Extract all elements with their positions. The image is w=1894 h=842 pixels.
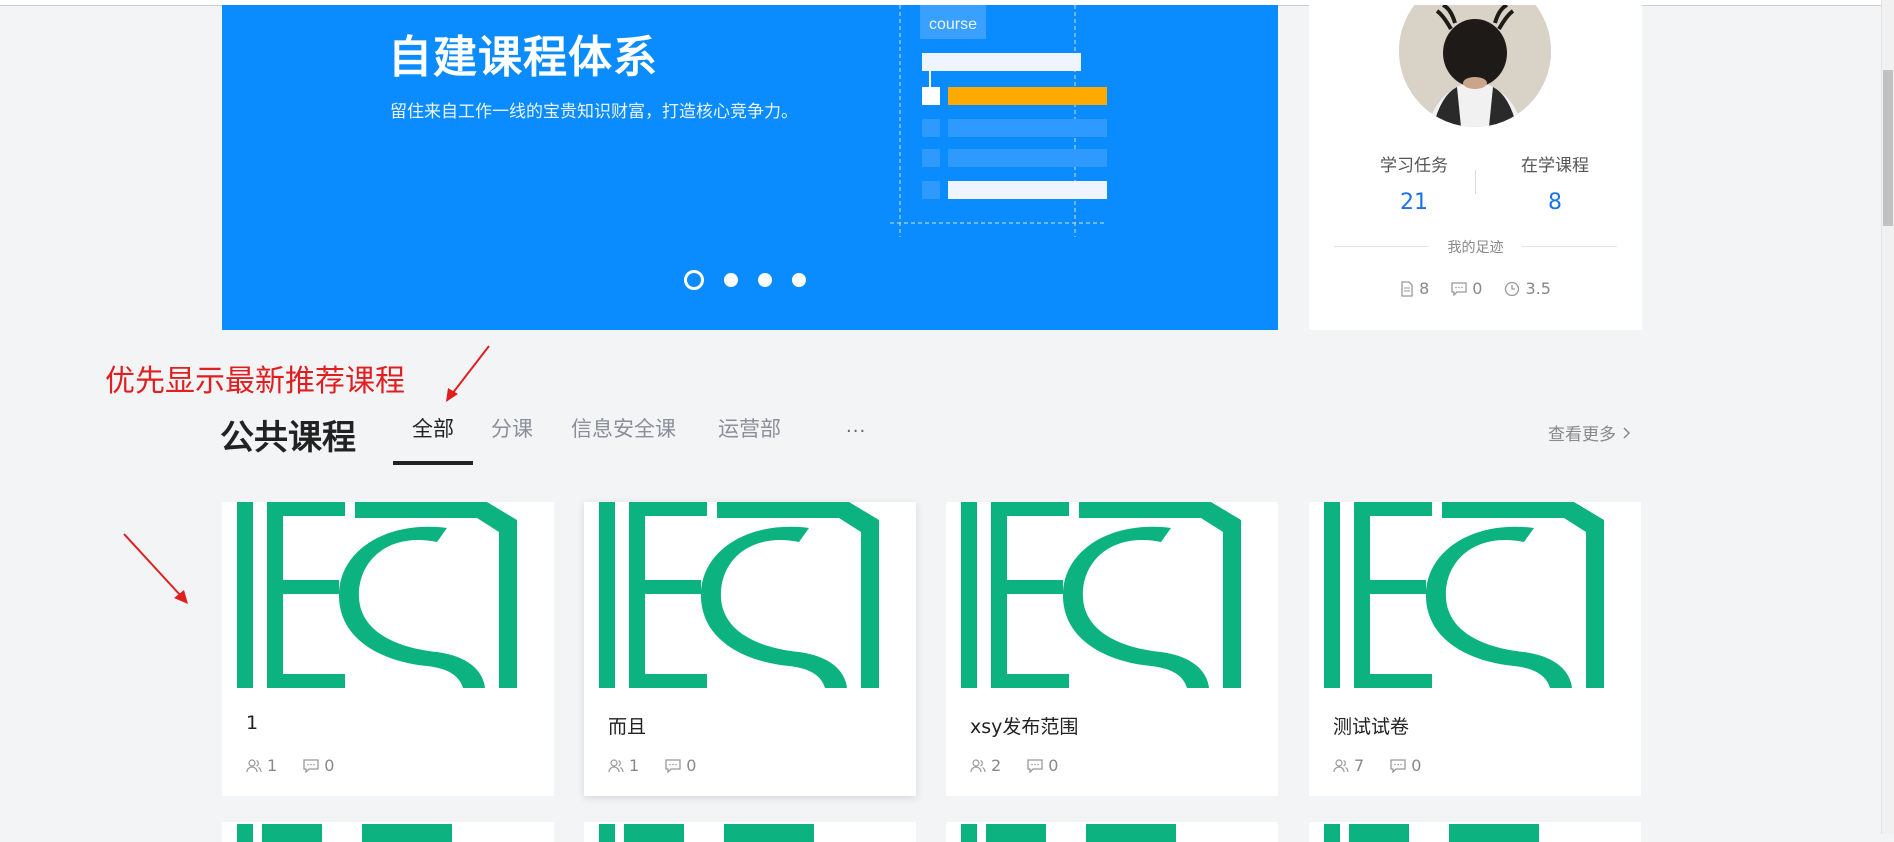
course-thumbnail xyxy=(237,502,517,688)
course-learners: 7 xyxy=(1333,756,1364,775)
active-tab-indicator xyxy=(393,461,473,465)
course-meta: 1 0 xyxy=(246,756,334,775)
course-learners-count: 1 xyxy=(629,756,640,775)
course-comments-count: 0 xyxy=(1411,756,1422,775)
arrow-to-cards-icon xyxy=(123,533,188,604)
tab-operations[interactable]: 运营部 xyxy=(718,413,781,443)
course-title: 测试试卷 xyxy=(1333,716,1410,738)
users-icon xyxy=(608,758,624,772)
course-learners-count: 7 xyxy=(1354,756,1365,775)
course-thumbnail xyxy=(1324,824,1539,842)
comment-icon xyxy=(303,758,319,773)
course-learners: 2 xyxy=(970,756,1001,775)
course-thumbnail xyxy=(961,502,1241,688)
comment-icon xyxy=(1027,758,1043,773)
section-title: 公共课程 xyxy=(220,418,356,458)
course-meta: 2 0 xyxy=(970,756,1058,775)
course-thumbnail xyxy=(1324,502,1604,688)
course-card-next-row[interactable] xyxy=(584,822,916,842)
course-meta: 1 0 xyxy=(608,756,696,775)
users-icon xyxy=(246,758,262,772)
course-comments: 0 xyxy=(665,756,696,775)
course-card-next-row[interactable] xyxy=(1309,822,1641,842)
see-more-link[interactable]: 查看更多 xyxy=(1548,420,1630,445)
more-tabs-button[interactable]: ··· xyxy=(846,421,866,442)
comment-icon xyxy=(1390,758,1406,773)
scrollbar-thumb[interactable] xyxy=(1883,70,1893,226)
course-thumbnail xyxy=(961,824,1176,842)
course-comments-count: 0 xyxy=(686,756,697,775)
users-icon xyxy=(1333,758,1349,772)
course-comments-count: 0 xyxy=(324,756,335,775)
course-title: xsy发布范围 xyxy=(970,716,1079,738)
chevron-right-icon xyxy=(1623,426,1630,439)
course-comments: 0 xyxy=(1027,756,1058,775)
course-thumbnail xyxy=(237,824,452,842)
course-title: 而且 xyxy=(608,716,647,738)
course-learners-count: 1 xyxy=(267,756,278,775)
course-comments-count: 0 xyxy=(1048,756,1059,775)
course-meta: 7 0 xyxy=(1333,756,1421,775)
course-card-next-row[interactable] xyxy=(946,822,1278,842)
tab-all[interactable]: 全部 xyxy=(412,413,454,443)
course-comments: 0 xyxy=(1390,756,1421,775)
tab-branch[interactable]: 分课 xyxy=(491,413,533,443)
course-thumbnail xyxy=(599,502,879,688)
see-more-label: 查看更多 xyxy=(1548,425,1616,445)
users-icon xyxy=(970,758,986,772)
course-learners: 1 xyxy=(608,756,639,775)
course-title: 1 xyxy=(246,712,259,734)
tab-infosec[interactable]: 信息安全课 xyxy=(571,413,676,443)
vertical-scrollbar[interactable] xyxy=(1881,0,1894,834)
course-card-next-row[interactable] xyxy=(222,822,554,842)
course-card[interactable]: 1 1 0 xyxy=(222,502,554,796)
course-card[interactable]: 而且 1 0 xyxy=(584,502,916,796)
course-learners-count: 2 xyxy=(991,756,1002,775)
course-card[interactable]: 测试试卷 7 0 xyxy=(1309,502,1641,796)
course-card[interactable]: xsy发布范围 2 0 xyxy=(946,502,1278,796)
course-thumbnail xyxy=(599,824,814,842)
course-learners: 1 xyxy=(246,756,277,775)
comment-icon xyxy=(665,758,681,773)
arrow-to-tabs-icon xyxy=(446,345,490,402)
course-comments: 0 xyxy=(303,756,334,775)
